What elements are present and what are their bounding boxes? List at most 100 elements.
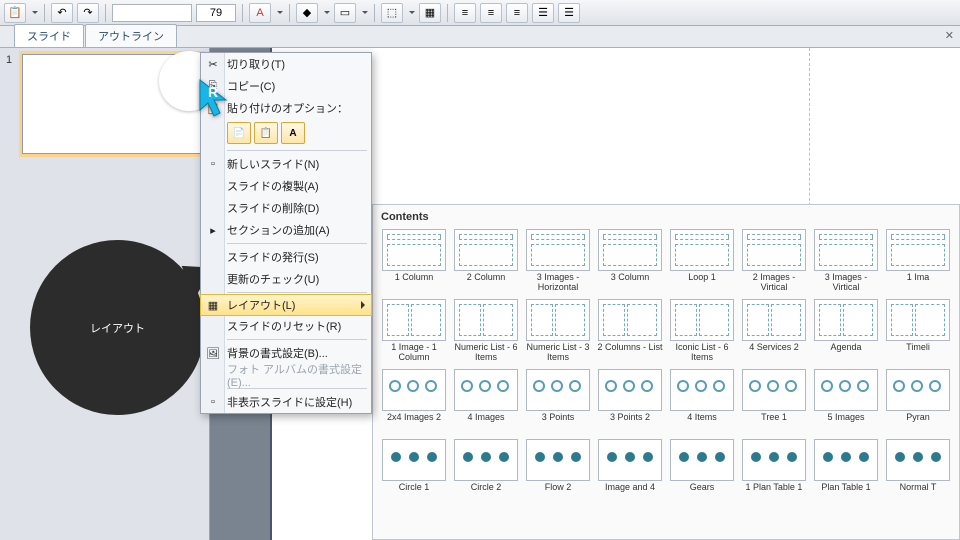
layout-option[interactable]: Pyran [885,369,951,435]
layout-option[interactable]: Agenda [813,299,879,365]
numbering-button[interactable]: ☰ [558,3,580,23]
layout-option[interactable]: 2x4 Images 2 [381,369,447,435]
ctx-layout[interactable]: ▦レイアウト(L) [200,294,372,316]
layout-label: Image and 4 [605,483,655,505]
layout-label: Gears [690,483,715,505]
bullets-button[interactable]: ☰ [532,3,554,23]
layout-label: Tree 1 [761,413,787,435]
layout-label: 3 Points 2 [610,413,650,435]
layout-option[interactable]: 4 Services 2 [741,299,807,365]
layout-label: Pyran [906,413,930,435]
tab-outline[interactable]: アウトライン [85,24,177,47]
layout-option[interactable]: Plan Table 1 [813,439,879,505]
layout-option[interactable]: 1 Image - 1 Column [381,299,447,365]
ctx-cut[interactable]: ✂切り取り(T) [201,53,371,75]
layout-label: 5 Images [827,413,864,435]
layout-label: 1 Plan Table 1 [746,483,803,505]
callout-text: レイアウト [90,320,145,336]
layout-label: 2 Column [467,273,506,295]
cut-icon: ✂ [205,56,221,72]
layout-label: Loop 1 [688,273,716,295]
shape-fill-button[interactable]: ◆ [296,3,318,23]
layout-option[interactable]: 3 Points [525,369,591,435]
layout-option[interactable]: Timeli [885,299,951,365]
layout-label: 3 Images - Horizontal [525,273,591,295]
layout-option[interactable]: Normal T [885,439,951,505]
gallery-title: Contents [373,205,959,229]
font-size-select[interactable]: 79 [196,4,236,22]
ctx-check-update[interactable]: 更新のチェック(U) [201,268,371,290]
layout-label: Flow 2 [545,483,572,505]
ctx-hide-slide[interactable]: ▫非表示スライドに設定(H) [201,391,371,413]
layout-option[interactable]: 1 Plan Table 1 [741,439,807,505]
slide-thumbnail[interactable]: 1 [6,54,203,154]
layout-option[interactable]: 3 Images - Horizontal [525,229,591,295]
layout-option[interactable]: Gears [669,439,735,505]
layout-option[interactable]: 3 Points 2 [597,369,663,435]
tab-slides[interactable]: スライド [14,24,84,47]
layout-option[interactable]: Circle 1 [381,439,447,505]
new-slide-icon: ▫ [205,156,221,172]
ctx-delete[interactable]: スライドの削除(D) [201,197,371,219]
layout-option[interactable]: 2 Images - Virtical [741,229,807,295]
close-panel-icon[interactable]: ✕ [945,29,954,42]
layout-label: Circle 2 [471,483,502,505]
undo-button[interactable]: ↶ [51,3,73,23]
ctx-reset[interactable]: スライドのリセット(R) [201,315,371,337]
layout-label: 4 Images [467,413,504,435]
shape-outline-button[interactable]: ▭ [334,3,356,23]
layout-label: Normal T [900,483,937,505]
layout-option[interactable]: Tree 1 [741,369,807,435]
layout-option[interactable]: Flow 2 [525,439,591,505]
ctx-new-slide[interactable]: ▫新しいスライド(N) [201,153,371,175]
layout-option[interactable]: 3 Column [597,229,663,295]
layout-option[interactable]: 4 Images [453,369,519,435]
callout-bubble: レイアウト [30,240,205,415]
layout-label: 4 Services 2 [749,343,799,365]
layout-option[interactable]: 1 Column [381,229,447,295]
layout-label: 3 Points [542,413,575,435]
paste-button[interactable]: 📋 [4,3,26,23]
font-family-select[interactable] [112,4,192,22]
font-color-button[interactable]: A [249,3,271,23]
arrange-button[interactable]: ⬚ [381,3,403,23]
redo-button[interactable]: ↷ [77,3,99,23]
layout-option[interactable]: Loop 1 [669,229,735,295]
layout-option[interactable]: Iconic List - 6 Items [669,299,735,365]
cursor-label: R [208,84,218,100]
mouse-cursor: R [198,78,234,125]
layout-label: 3 Images - Virtical [813,273,879,295]
layout-label: 1 Column [395,273,434,295]
toolbar: 📋 ↶ ↷ 79 A ◆ ▭ ⬚ ▦ ≡ ≡ ≡ ☰ ☰ [0,0,960,26]
quick-styles-button[interactable]: ▦ [419,3,441,23]
layout-option[interactable]: Circle 2 [453,439,519,505]
align-center-button[interactable]: ≡ [480,3,502,23]
layout-option[interactable]: Numeric List - 6 Items [453,299,519,365]
paste-use-dest[interactable]: 📋 [254,122,278,144]
slide-number: 1 [6,54,16,154]
ctx-duplicate[interactable]: スライドの複製(A) [201,175,371,197]
layout-gallery: Contents 1 Column 2 Column 3 Images - Hori… [372,204,960,540]
layout-label: 2x4 Images 2 [387,413,441,435]
panel-tabs: スライド アウトライン ✕ [0,26,960,48]
layout-option[interactable]: 2 Column [453,229,519,295]
layout-label: Timeli [906,343,930,365]
paste-keep-source[interactable]: 📄 [227,122,251,144]
layout-option[interactable]: 1 Ima [885,229,951,295]
layout-label: 2 Columns - List [597,343,662,365]
layout-label: Iconic List - 6 Items [669,343,735,365]
ctx-add-section[interactable]: ▸セクションの追加(A) [201,219,371,241]
layout-option[interactable]: 4 Items [669,369,735,435]
layout-label: 2 Images - Virtical [741,273,807,295]
layout-option[interactable]: Numeric List - 3 Items [525,299,591,365]
ctx-publish[interactable]: スライドの発行(S) [201,246,371,268]
align-right-button[interactable]: ≡ [506,3,528,23]
paste-text-only[interactable]: A [281,122,305,144]
align-left-button[interactable]: ≡ [454,3,476,23]
layout-option[interactable]: 3 Images - Virtical [813,229,879,295]
layout-option[interactable]: Image and 4 [597,439,663,505]
layout-option[interactable]: 2 Columns - List [597,299,663,365]
layout-option[interactable]: 5 Images [813,369,879,435]
hide-icon: ▫ [205,394,221,410]
layout-label: Agenda [830,343,861,365]
